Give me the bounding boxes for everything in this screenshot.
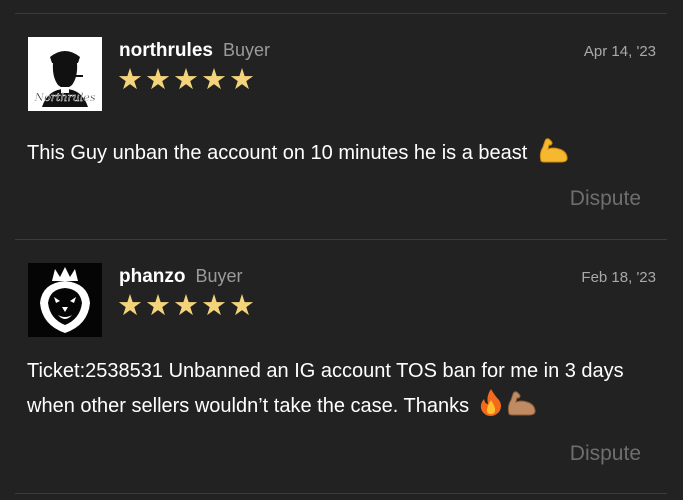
reviewer-name[interactable]: phanzo Buyer bbox=[119, 266, 243, 288]
review-text: Ticket:2538531 Unbanned an IG account TO… bbox=[27, 355, 667, 423]
review-text: This Guy unban the account on 10 minutes… bbox=[27, 137, 667, 170]
avatar[interactable] bbox=[28, 263, 102, 337]
review-text-content: This Guy unban the account on 10 minutes… bbox=[27, 142, 528, 164]
dispute-button[interactable]: Dispute bbox=[570, 442, 641, 466]
role-label: Buyer bbox=[195, 266, 243, 286]
review-date: Feb 18, '23 bbox=[581, 269, 656, 286]
star-rating: ★★★★★ bbox=[117, 64, 257, 96]
avatar[interactable]: Northrules bbox=[28, 37, 102, 111]
top-divider bbox=[15, 13, 667, 14]
flexed-biceps-icon bbox=[537, 137, 569, 163]
role-label: Buyer bbox=[222, 40, 270, 60]
flexed-biceps-icon bbox=[505, 390, 537, 416]
star-rating: ★★★★★ bbox=[117, 290, 257, 322]
username[interactable]: northrules bbox=[119, 40, 213, 61]
reviewer-name[interactable]: northrules Buyer bbox=[119, 40, 270, 62]
username[interactable]: phanzo bbox=[119, 266, 186, 287]
review-divider bbox=[15, 239, 667, 240]
avatar-image bbox=[28, 263, 102, 337]
dispute-button[interactable]: Dispute bbox=[570, 187, 641, 211]
fire-icon bbox=[479, 388, 503, 416]
review-divider bbox=[15, 493, 667, 494]
review-date: Apr 14, '23 bbox=[583, 43, 656, 60]
avatar-image: Northrules bbox=[28, 37, 102, 111]
avatar-logo-text: Northrules bbox=[33, 91, 95, 104]
